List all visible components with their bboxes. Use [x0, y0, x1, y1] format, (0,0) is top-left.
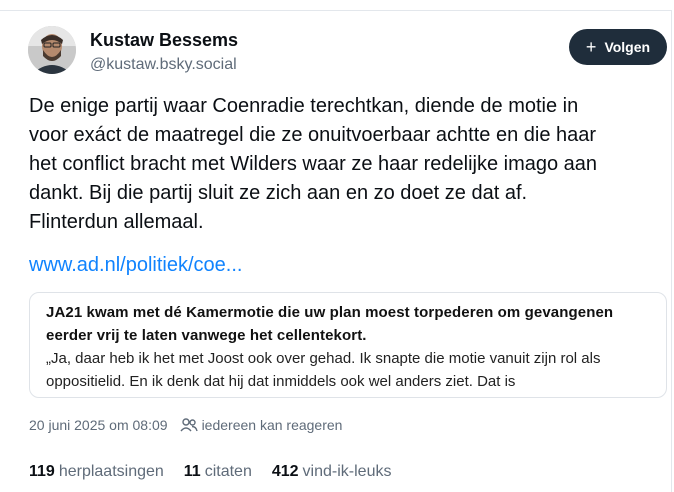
link-card-description: „Ja, daar heb ik het met Joost ook over … — [46, 350, 601, 390]
reply-setting: iedereen kan reageren — [201, 417, 343, 433]
reposts-count: 119 — [29, 463, 55, 480]
people-icon — [180, 418, 198, 432]
plus-icon: + — [585, 37, 597, 57]
avatar[interactable] — [28, 26, 76, 74]
author-handle[interactable]: @kustaw.bsky.social — [90, 56, 237, 74]
reposts-label: herplaatsingen — [58, 463, 164, 480]
post-stats: 119 herplaatsingen 11 citaten 412 vind-ik-l… — [29, 463, 411, 481]
link-preview-card[interactable]: JA21 kwam met dé Kamermotie die uw plan … — [29, 292, 667, 398]
quotes-stat[interactable]: 11 citaten — [184, 463, 252, 481]
post-timestamp[interactable]: 20 juni 2025 om 08:09 — [29, 417, 168, 433]
avatar-image — [28, 26, 76, 74]
link-card-title: JA21 kwam met dé Kamermotie die uw plan … — [46, 304, 614, 344]
post-text: De enige partij waar Coenradie terechtka… — [29, 95, 598, 233]
likes-label: vind-ik-leuks — [302, 463, 392, 480]
post-meta: 20 juni 2025 om 08:09 iedereen kan reage… — [29, 417, 342, 433]
follow-button[interactable]: + Volgen — [569, 29, 667, 65]
reposts-stat[interactable]: 119 herplaatsingen — [29, 463, 164, 481]
quotes-count: 11 — [183, 463, 201, 480]
post-link[interactable]: www.ad.nl/politiek/coe... — [29, 254, 242, 277]
likes-count: 412 — [271, 463, 299, 480]
follow-button-label: Volgen — [604, 39, 651, 55]
quotes-label: citaten — [204, 463, 252, 480]
likes-stat[interactable]: 412 vind-ik-leuks — [272, 463, 392, 481]
author-display-name[interactable]: Kustaw Bessems — [90, 30, 238, 51]
